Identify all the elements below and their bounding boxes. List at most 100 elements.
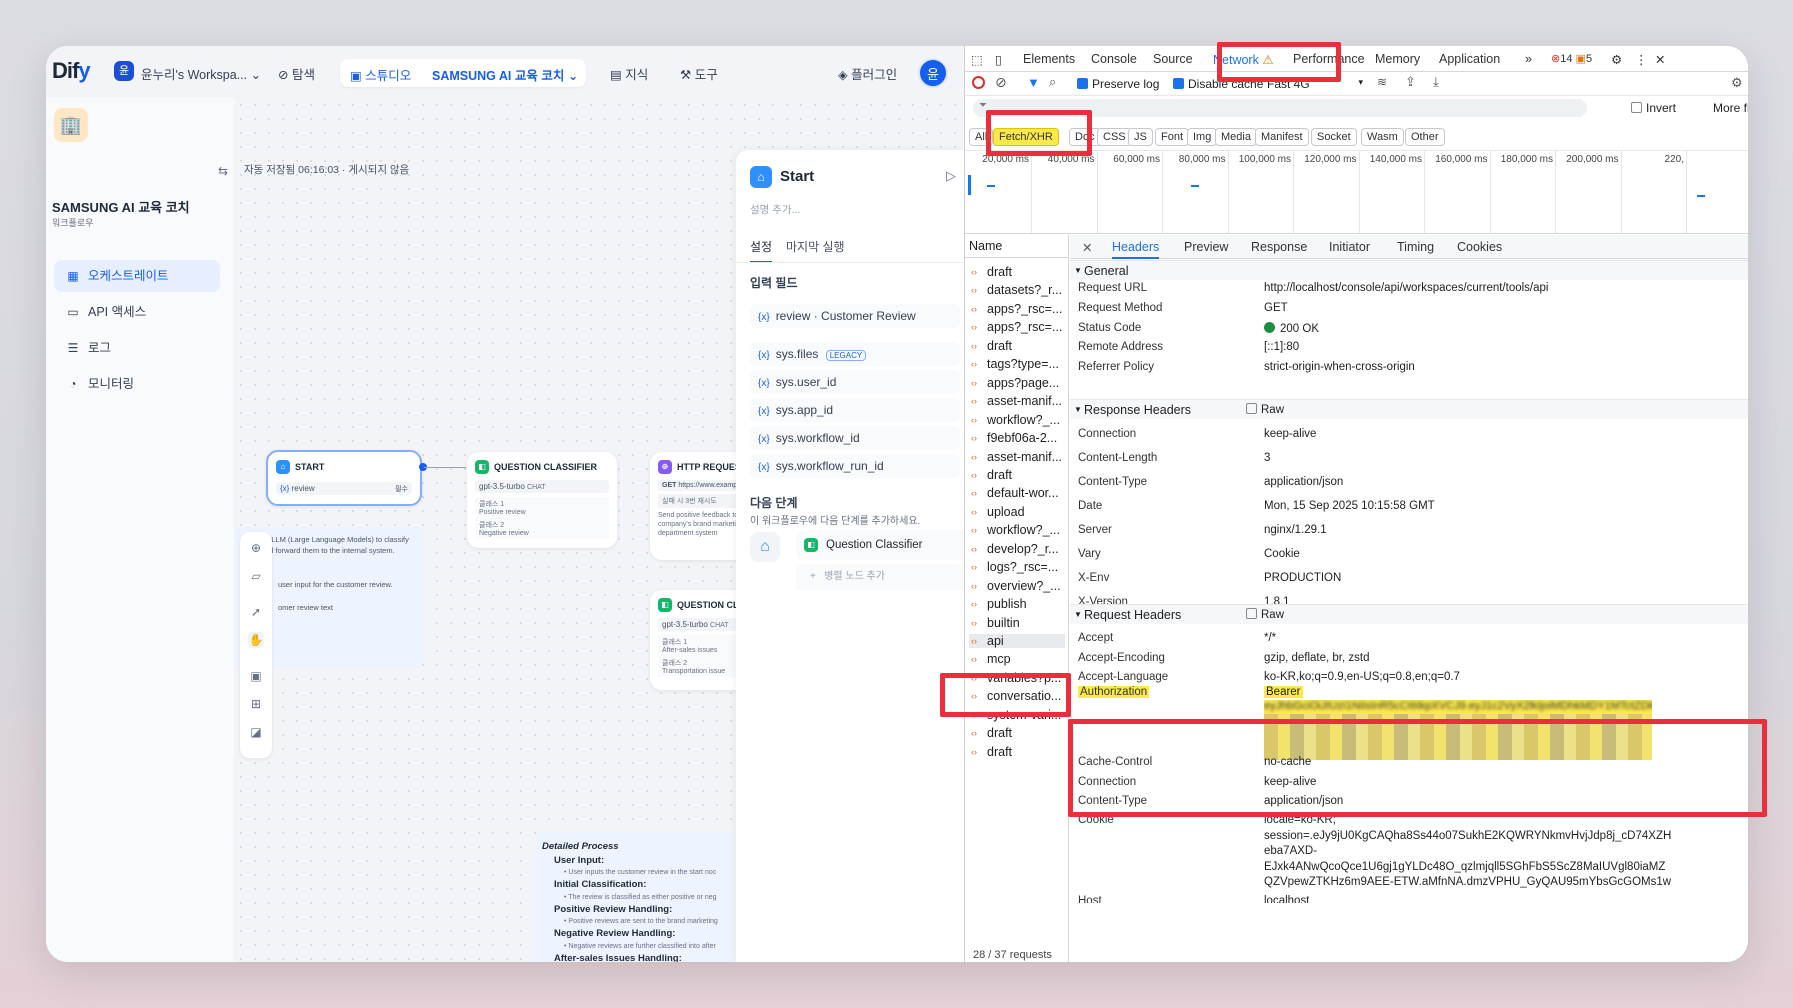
input-field-review[interactable]: {x} review · Customer Review <box>750 304 960 328</box>
tab-last-run[interactable]: 마지막 실행 <box>786 238 845 255</box>
filter-socket[interactable]: Socket <box>1311 128 1357 146</box>
filter-js[interactable]: JS <box>1128 128 1153 146</box>
input-field-sys-workflow-id[interactable]: {x} sys.workflow_id <box>750 426 960 450</box>
network-overview-timeline[interactable]: 20,000 ms 40,000 ms 60,000 ms 80,000 ms 100,… <box>965 150 1748 234</box>
record-icon[interactable] <box>972 76 985 89</box>
tab-timing[interactable]: Timing <box>1397 240 1434 254</box>
filter-funnel-icon[interactable]: ▼ <box>1027 75 1040 90</box>
request-row-4[interactable]: ‹› draft <box>969 339 1012 353</box>
request-row-21[interactable]: ‹› mcp <box>969 652 1011 666</box>
preserve-log-checkbox[interactable]: Preserve log <box>1077 77 1159 91</box>
request-row-16[interactable]: ‹› logs?_rsc=... <box>969 560 1058 574</box>
close-details-icon[interactable]: ✕ <box>1082 240 1092 255</box>
response-headers-section-header[interactable]: ▼ Response Headers Raw <box>1070 399 1748 419</box>
request-row-11[interactable]: ‹› draft <box>969 468 1012 482</box>
sidebar-item-api-access[interactable]: ▭ API 액세스 <box>54 296 220 328</box>
tab-console[interactable]: Console <box>1091 52 1137 66</box>
play-icon[interactable]: ▷ <box>946 168 956 184</box>
tab-preview[interactable]: Preview <box>1184 240 1228 254</box>
error-count[interactable]: ⊗14 ▣5 <box>1551 52 1592 65</box>
request-row-6[interactable]: ‹› apps?page... <box>969 376 1059 390</box>
filter-other[interactable]: Other <box>1405 128 1445 146</box>
start-node[interactable]: ⌂ START {x} review 필수 <box>266 450 422 506</box>
sidebar-item-logs[interactable]: ☰ 로그 <box>54 332 220 364</box>
request-row-1[interactable]: ‹› datasets?_r... <box>969 283 1062 297</box>
request-row-9[interactable]: ‹› f9ebf06a-2... <box>969 431 1057 445</box>
pointer-icon[interactable]: ➚ <box>248 604 264 620</box>
minimap-icon[interactable]: ◪ <box>248 724 264 740</box>
tab-application[interactable]: Application <box>1439 52 1500 66</box>
request-row-26[interactable]: ‹› draft <box>969 745 1012 759</box>
request-row-5[interactable]: ‹› tags?type=... <box>969 357 1059 371</box>
kebab-menu-icon[interactable]: ⋮ <box>1635 52 1648 67</box>
request-row-25[interactable]: ‹› draft <box>969 726 1012 740</box>
sidebar-item-orchestrate[interactable]: ▦ 오케스트레이트 <box>54 260 220 292</box>
next-node-card[interactable]: ◧ Question Classifier <box>796 530 964 560</box>
invert-checkbox[interactable]: Invert <box>1631 101 1676 115</box>
clear-icon[interactable]: ⊘ <box>995 74 1007 91</box>
request-row-7[interactable]: ‹› asset-manif... <box>969 394 1062 408</box>
request-headers-section-header[interactable]: ▼ Request Headers Raw <box>1070 604 1748 624</box>
tab-initiator[interactable]: Initiator <box>1329 240 1370 254</box>
request-row-3[interactable]: ‹› apps?_rsc=... <box>969 320 1062 334</box>
app-selector[interactable]: SAMSUNG AI 교육 코치 ⌄ <box>432 65 578 84</box>
filter-wasm[interactable]: Wasm <box>1361 128 1404 146</box>
download-icon[interactable]: ⤓ <box>1433 74 1439 90</box>
description-input[interactable]: 설명 추가... <box>750 202 800 217</box>
request-row-13[interactable]: ‹› upload <box>969 505 1025 519</box>
filter-font[interactable]: Font <box>1155 128 1190 146</box>
tab-response[interactable]: Response <box>1251 240 1307 254</box>
nav-studio-pill[interactable]: ▣ 스튜디오 SAMSUNG AI 교육 코치 ⌄ <box>340 59 586 87</box>
request-row-14[interactable]: ‹› workflow?_... <box>969 523 1060 537</box>
general-section-header[interactable]: ▼ General <box>1070 260 1748 280</box>
add-note-icon[interactable]: ▱ <box>248 568 264 584</box>
more-tabs-icon[interactable]: » <box>1525 52 1532 66</box>
wifi-icon[interactable]: ≋ <box>1377 75 1387 89</box>
request-row-8[interactable]: ‹› workflow?_... <box>969 413 1060 427</box>
filter-img[interactable]: Img <box>1187 128 1218 146</box>
sidebar-toggle-icon[interactable]: ⇆ <box>218 164 228 178</box>
raw-checkbox[interactable]: Raw <box>1246 400 1284 420</box>
import-icon[interactable]: ⇪ <box>1405 74 1416 90</box>
search-icon[interactable]: ⌕ <box>1049 74 1056 90</box>
tab-memory[interactable]: Memory <box>1375 52 1420 66</box>
tab-cookies[interactable]: Cookies <box>1457 240 1502 254</box>
name-column-header[interactable]: Name <box>969 239 1002 253</box>
question-classifier-node[interactable]: ◧ QUESTION CLASSIFIER gpt-3.5-turbo CHAT … <box>467 452 617 548</box>
input-field-sys-user-id[interactable]: {x} sys.user_id <box>750 370 960 394</box>
request-row-17[interactable]: ‹› overview?_... <box>969 579 1061 593</box>
hand-icon[interactable]: ✋ <box>248 632 264 648</box>
request-row-2[interactable]: ‹› apps?_rsc=... <box>969 302 1062 316</box>
add-parallel-node[interactable]: + 병렬 노드 추가 <box>796 564 964 590</box>
input-field-sys-files[interactable]: {x} sys.files LEGACY <box>750 342 960 366</box>
nav-explore[interactable]: ⊘ 탐색 <box>278 64 315 83</box>
process-note[interactable]: Detailed Process User Input: • User input… <box>534 832 734 962</box>
tab-elements[interactable]: Elements <box>1023 52 1075 66</box>
settings-gear-icon[interactable]: ⚙ <box>1611 52 1622 67</box>
workspace-switcher[interactable]: 윤누리's Workspa... ⌄ <box>141 64 261 83</box>
request-row-15[interactable]: ‹› develop?_r... <box>969 542 1059 556</box>
request-row-19[interactable]: ‹› builtin <box>969 616 1020 630</box>
tab-sources[interactable]: Sources <box>1153 52 1193 66</box>
nav-tools[interactable]: ⚒ 도구 <box>680 64 718 83</box>
nav-knowledge[interactable]: ▤ 지식 <box>610 64 648 83</box>
tab-settings[interactable]: 설정 <box>750 238 773 263</box>
input-field-sys-app-id[interactable]: {x} sys.app_id <box>750 398 960 422</box>
request-row-10[interactable]: ‹› asset-manif... <box>969 450 1062 464</box>
nav-studio[interactable]: ▣ 스튜디오 <box>350 65 411 84</box>
raw-checkbox[interactable]: Raw <box>1246 605 1284 625</box>
add-node-icon[interactable]: ⊕ <box>248 540 264 556</box>
export-image-icon[interactable]: ▣ <box>248 668 264 684</box>
avatar[interactable]: 윤 <box>918 58 948 88</box>
more-filters-dropdown[interactable]: More filters ▾ <box>1713 101 1748 115</box>
close-devtools-icon[interactable]: ✕ <box>1655 52 1665 67</box>
organize-icon[interactable]: ⊞ <box>248 696 264 712</box>
inspect-icon[interactable]: ⬚ <box>971 52 983 67</box>
tab-headers[interactable]: Headers <box>1112 240 1160 259</box>
input-field-sys-workflow-run-id[interactable]: {x} sys.workflow_run_id <box>750 454 960 478</box>
filter-media[interactable]: Media <box>1215 128 1257 146</box>
filter-css[interactable]: CSS <box>1097 128 1132 146</box>
filter-manifest[interactable]: Manifest <box>1255 128 1309 146</box>
request-row-12[interactable]: ‹› default-wor... <box>969 486 1059 500</box>
request-row-0[interactable]: ‹› draft <box>969 265 1012 279</box>
